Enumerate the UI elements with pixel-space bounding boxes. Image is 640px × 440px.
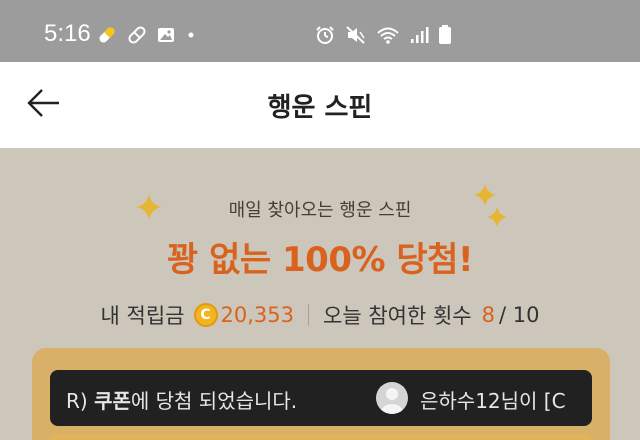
pill-icon: [96, 24, 118, 50]
notice-prefix: R): [66, 389, 95, 413]
battery-icon: [438, 24, 452, 50]
notice-bold: 쿠폰: [94, 389, 131, 413]
stats-divider: [308, 304, 309, 326]
signal-icon: [409, 24, 429, 50]
alarm-icon: [314, 24, 336, 50]
status-right-icons: [314, 24, 452, 50]
main-content: 매일 찾아오는 행운 스핀 꽝 없는 100% 당첨! 내 적립금 C 20,3…: [0, 148, 640, 440]
notice-user-text: 은하수12님이 [C: [420, 389, 566, 413]
dot-icon: [184, 25, 198, 49]
bandage-icon: [126, 24, 148, 50]
status-left-icons: [96, 24, 198, 50]
status-time: 5:16: [44, 20, 91, 47]
notice-text: R) 쿠폰에 당첨 되었습니다.: [66, 385, 297, 414]
points-value: 20,353: [220, 303, 294, 327]
image-icon: [156, 25, 176, 49]
status-bar: 5:16: [0, 0, 640, 62]
winner-notice-bar[interactable]: R) 쿠폰에 당첨 되었습니다. 은하수12님이 [C: [50, 370, 592, 426]
points-label: 내 적립금: [100, 304, 185, 328]
card-bottom-strip: [50, 434, 592, 440]
stats-row: 내 적립금 C 20,353 오늘 참여한 횟수 8 / 10: [0, 300, 640, 330]
participation-label: 오늘 참여한 횟수: [323, 304, 472, 328]
wifi-icon: [376, 24, 400, 50]
notice-rest: 에 당첨 되었습니다.: [130, 389, 298, 413]
app-header: 행운 스핀: [0, 62, 640, 148]
participation-total: / 10: [498, 303, 540, 327]
participation-count: 8: [481, 303, 495, 327]
page-title: 행운 스핀: [267, 93, 373, 123]
coin-icon: C: [193, 303, 218, 327]
subtitle: 매일 찾아오는 행운 스핀: [228, 200, 412, 221]
avatar: [376, 382, 408, 414]
mute-icon: [345, 24, 367, 50]
headline: 꽝 없는 100% 당첨!: [167, 240, 473, 280]
